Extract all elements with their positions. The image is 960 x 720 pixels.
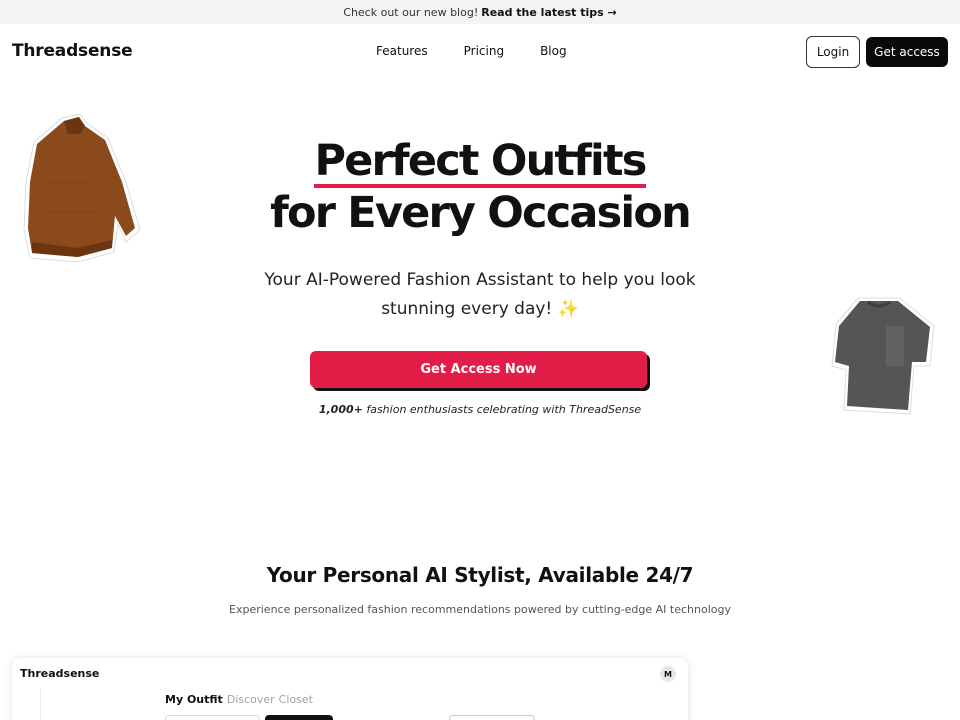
brand-logo[interactable]: Threadsense bbox=[12, 41, 133, 61]
nav-link-pricing[interactable]: Pricing bbox=[464, 44, 504, 58]
proof-count: 1,000+ bbox=[318, 403, 363, 416]
app-preview: Threadsense M My Outfit Discover Closet bbox=[12, 658, 688, 720]
hero-subtitle: Your AI-Powered Fashion Assistant to hel… bbox=[264, 270, 696, 319]
tab-discover[interactable]: Discover bbox=[227, 693, 275, 706]
login-button[interactable]: Login bbox=[806, 36, 860, 68]
get-access-button[interactable]: Get access bbox=[866, 37, 948, 67]
preview-divider bbox=[40, 688, 41, 720]
nav-links: Features Pricing Blog bbox=[376, 44, 603, 58]
social-proof: 1,000+ fashion enthusiasts celebrating w… bbox=[0, 403, 960, 416]
get-access-now-button[interactable]: Get Access Now bbox=[310, 351, 647, 388]
proof-text: fashion enthusiasts celebrating with Thr… bbox=[362, 403, 642, 416]
tshirt-image bbox=[831, 297, 935, 415]
preview-button[interactable] bbox=[265, 715, 333, 720]
preview-input[interactable] bbox=[165, 715, 260, 720]
hero-title-line1: Perfect Outfits bbox=[314, 136, 647, 188]
avatar[interactable]: M bbox=[660, 666, 676, 682]
section-title: Your Personal AI Stylist, Available 24/7 bbox=[266, 563, 694, 587]
tab-my-outfit[interactable]: My Outfit bbox=[165, 693, 223, 706]
preview-select[interactable] bbox=[449, 715, 535, 720]
preview-tabs: My Outfit Discover Closet bbox=[165, 693, 317, 706]
section-subtitle: Experience personalized fashion recommen… bbox=[229, 603, 731, 616]
hero-title: Perfect Outfits for Every Occasion bbox=[0, 136, 960, 238]
nav-link-features[interactable]: Features bbox=[376, 44, 428, 58]
announcement-link[interactable]: Read the latest tips → bbox=[481, 6, 616, 19]
top-navbar: Threadsense Features Pricing Blog Login … bbox=[0, 24, 960, 80]
nav-link-blog[interactable]: Blog bbox=[540, 44, 567, 58]
hero-title-line2: for Every Occasion bbox=[270, 188, 692, 238]
preview-logo: Threadsense bbox=[20, 667, 100, 680]
tab-closet[interactable]: Closet bbox=[279, 693, 313, 706]
announcement-text: Check out our new blog! bbox=[343, 5, 479, 19]
announcement-bar: Check out our new blog! Read the latest … bbox=[0, 0, 960, 24]
